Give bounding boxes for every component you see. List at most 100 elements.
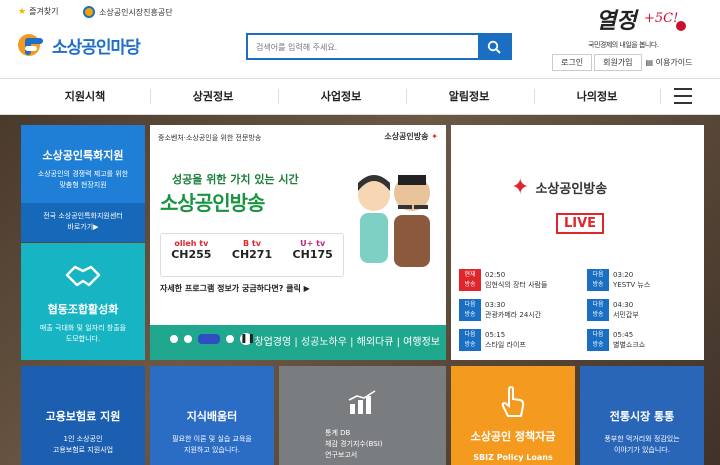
live-panel: ✦ 소상공인방송 LIVE 현재 방송 02:50 임현식의 장터 사람들 다음 방송… [451, 125, 704, 360]
tile-desc: 풍부한 먹거리와 정감있는 [604, 435, 680, 443]
tile-sublink[interactable]: 전국 소상공인특화지원센터 바로가기▶ [21, 203, 145, 242]
tile-desc: 필요한 이론 및 실습 교육을 [172, 435, 252, 443]
svg-text:열정: 열정 [596, 8, 639, 34]
star-icon: ★ [18, 6, 27, 17]
handshake-icon [65, 265, 101, 287]
tile-learning[interactable]: 지식배움터 필요한 이론 및 실습 교육을 지원하고 있습니다. [150, 366, 274, 465]
nav-item-market[interactable]: 상권정보 [153, 79, 273, 114]
schedule-tag: 다음 방송 [459, 329, 481, 351]
stats-link-bsi[interactable]: 체감 경기지수(BSI) [325, 439, 446, 450]
slogan-subtitle: 국민경제의 내일을 봅니다. [588, 41, 659, 49]
channel-kt: olleh tv CH255 [171, 239, 212, 261]
nav-divider [278, 89, 279, 104]
carousel-dot[interactable] [170, 335, 178, 343]
tile-desc: 1인 소상공인 [63, 435, 103, 443]
schedule-item[interactable]: 현재 방송 02:50 임현식의 장터 사람들 [459, 267, 579, 293]
hamburger-menu-icon[interactable] [674, 88, 692, 104]
schedule-title: 임현식의 장터 사람들 [485, 281, 548, 289]
tile-desc: 이야기가 있습니다. [614, 446, 670, 454]
schedule-title: 별별쇼크쇼 [613, 341, 646, 349]
banner-tagline: 성공을 위한 가치 있는 시간 [172, 173, 299, 186]
tile-desc: 매출 극대화 및 일자리 창출을 [39, 324, 127, 332]
carousel-dot[interactable] [226, 335, 234, 343]
schedule-item[interactable]: 다음 방송 03:30 관광카메라 24시간 [459, 297, 579, 323]
search-icon [487, 40, 501, 54]
star-logo-icon: ✦ [431, 132, 438, 141]
schedule-time: 05:45 [613, 331, 634, 339]
schedule-title: YESTV 뉴스 [613, 281, 651, 289]
schedule-title: 서민갑부 [613, 311, 639, 319]
schedule-item[interactable]: 다음 방송 05:45 별별쇼크쇼 [587, 327, 707, 353]
carousel-dot[interactable] [184, 335, 192, 343]
tile-title: 협동조합활성화 [47, 303, 119, 316]
nav-item-notice[interactable]: 알림정보 [409, 79, 529, 114]
live-brand: ✦ 소상공인방송 [511, 175, 608, 200]
main-nav: 지원시책 상권정보 사업정보 알림정보 나의정보 [0, 78, 720, 115]
nav-divider [660, 89, 661, 104]
banner-brand: 소상공인방송 ✦ [384, 132, 438, 141]
top-header: ★ 즐겨찾기 소상공인시장진흥공단 소상공인마당 열정 +5C! 국민경제의 내… [0, 0, 720, 78]
nav-item-business[interactable]: 사업정보 [281, 79, 401, 114]
tile-desc: 소상공인의 경쟁력 제고를 위한 [37, 170, 129, 178]
tile-title: 소상공인특화지원 [42, 149, 124, 162]
star-logo-icon: ✦ [511, 175, 530, 200]
tile-title: 지식배움터 [186, 410, 238, 423]
banner-top-text: 중소벤처·소상공인을 위한 전문방송 [158, 134, 262, 142]
nav-item-mypage[interactable]: 나의정보 [537, 79, 657, 114]
join-button[interactable]: 회원가입 [594, 54, 642, 71]
stats-link-db[interactable]: 통계 DB [325, 428, 446, 439]
slogan-logo: 열정 +5C! [596, 4, 686, 38]
tile-title: 소상공인 정책자금 [470, 430, 556, 443]
broadcast-banner[interactable]: 중소벤처·소상공인을 위한 전문방송 소상공인방송 ✦ 성공을 위한 가치 있는… [150, 125, 446, 360]
site-logo[interactable]: 소상공인마당 [17, 32, 141, 58]
schedule-time: 04:30 [613, 301, 634, 309]
favorite-link[interactable]: ★ 즐겨찾기 [18, 6, 59, 17]
banner-more-link[interactable]: 자세한 프로그램 정보가 궁금하다면? 클릭 ▶ [160, 283, 310, 294]
stats-link-report[interactable]: 연구보고서 [325, 450, 446, 461]
nav-divider [406, 89, 407, 104]
characters-illustration [358, 175, 430, 267]
login-button[interactable]: 로그인 [552, 54, 593, 71]
schedule-tag: 다음 방송 [587, 329, 609, 351]
tile-policy-loans[interactable]: 소상공인 정책자금 SBIZ Policy Loans [451, 366, 575, 465]
schedule-tag: 다음 방송 [459, 299, 481, 321]
document-icon: ▤ [645, 58, 656, 67]
pause-icon[interactable]: ❚❚ [240, 333, 255, 345]
org-logo-icon [83, 6, 95, 18]
tile-traditional-market[interactable]: 전통시장 통통 풍부한 먹거리와 정감있는 이야기가 있습니다. [580, 366, 704, 465]
schedule-time: 03:30 [485, 301, 506, 309]
tile-insurance[interactable]: 고용보험료 지원 1인 소상공인 고용보험료 지원사업 [21, 366, 145, 465]
tile-subtitle: SBIZ Policy Loans [473, 453, 553, 462]
guide-button[interactable]: ▤ 이용가이드 [643, 54, 695, 71]
tile-statistics[interactable]: 통계 DB 체감 경기지수(BSI) 연구보고서 [279, 366, 446, 465]
tile-cooperative[interactable]: 협동조합활성화 매출 극대화 및 일자리 창출을 도모합니다. [21, 243, 145, 360]
search-button[interactable] [478, 35, 510, 58]
schedule-item[interactable]: 다음 방송 03:20 YESTV 뉴스 [587, 267, 707, 293]
tile-desc: 지원하고 있습니다. [184, 446, 240, 454]
schedule-tag: 다음 방송 [587, 269, 609, 291]
tile-special-support[interactable]: 소상공인특화지원 소상공인의 경쟁력 제고를 위한 맞춤형 현장지원 전국 소상… [21, 125, 145, 242]
schedule-item[interactable]: 다음 방송 04:30 서민갑부 [587, 297, 707, 323]
hand-pointer-icon [501, 385, 525, 417]
nav-divider [534, 89, 535, 104]
channel-box: olleh tv CH255 B tv CH271 U+ tv CH175 [160, 233, 344, 277]
tile-title: 고용보험료 지원 [45, 410, 121, 423]
live-button[interactable]: LIVE [556, 213, 605, 234]
util-links: 로그인 회원가입 ▤ 이용가이드 [552, 54, 695, 71]
schedule-time: 02:50 [485, 271, 506, 279]
search-input[interactable] [248, 36, 478, 59]
plus-logo-icon [17, 32, 47, 58]
schedule-title: 스타일 라이프 [485, 341, 526, 349]
nav-item-support[interactable]: 지원시책 [25, 79, 145, 114]
nav-divider [150, 89, 151, 104]
carousel-dot-active[interactable] [198, 334, 220, 344]
schedule-tag: 다음 방송 [587, 299, 609, 321]
channel-lg: U+ tv CH175 [292, 239, 333, 261]
carousel-dots: ❚❚ [170, 333, 255, 345]
svg-text:+5C!: +5C! [644, 11, 678, 26]
tile-title: 전통시장 통통 [609, 410, 675, 423]
org-link[interactable]: 소상공인시장진흥공단 [83, 6, 173, 18]
tile-desc: 맞춤형 현장지원 [59, 181, 107, 189]
schedule-item[interactable]: 다음 방송 05:15 스타일 라이프 [459, 327, 579, 353]
schedule-title: 관광카메라 24시간 [485, 311, 542, 319]
